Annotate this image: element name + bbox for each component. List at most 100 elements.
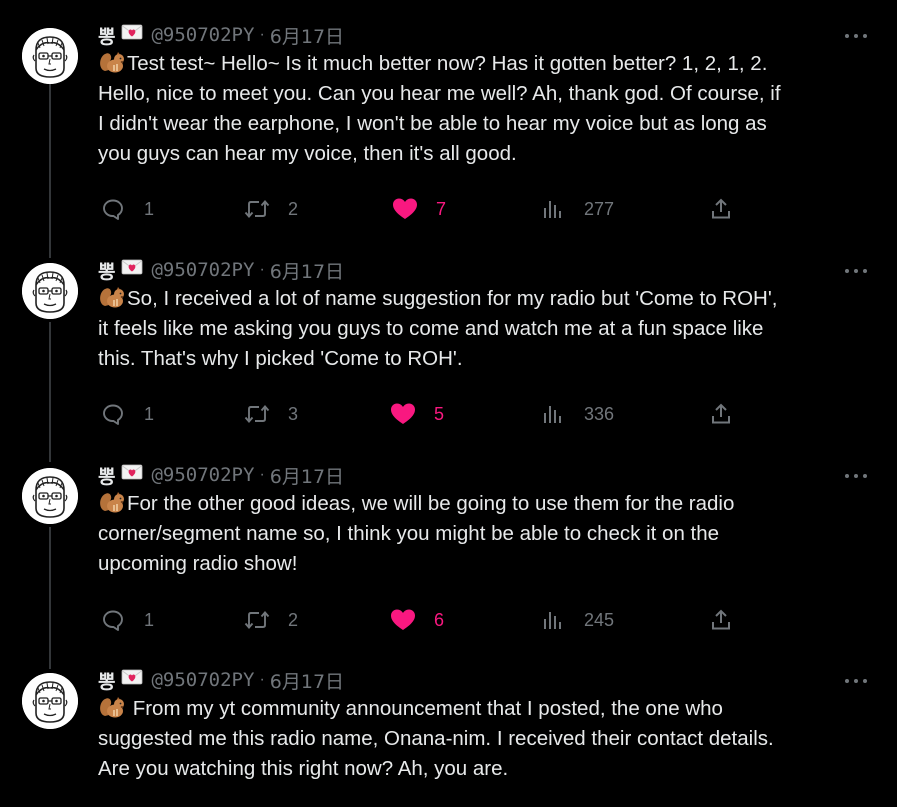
views-button[interactable]: 336 xyxy=(540,399,614,429)
share-button[interactable] xyxy=(708,194,734,224)
separator: · xyxy=(259,261,265,278)
reply-button[interactable]: 1 xyxy=(100,605,154,635)
tweet-date[interactable]: 6月17日 xyxy=(270,257,344,284)
share-icon xyxy=(708,401,734,427)
chipmunk-emoji xyxy=(98,697,127,720)
tweet-text: Test test~ Hello~ Is it much better now?… xyxy=(98,49,878,169)
display-name[interactable]: 뽕 xyxy=(98,22,115,49)
share-button[interactable] xyxy=(708,399,734,429)
retweet-button[interactable]: 2 xyxy=(244,605,298,635)
like-button[interactable]: 7 xyxy=(392,194,446,224)
tweet-line: Are you watching this right now? Ah, you… xyxy=(98,757,509,780)
share-icon xyxy=(708,607,734,633)
chipmunk-emoji xyxy=(98,492,127,515)
chipmunk-emoji xyxy=(98,52,127,75)
tweet-line: this. That's why I picked 'Come to ROH'. xyxy=(98,347,463,370)
avatar[interactable] xyxy=(22,28,78,84)
display-name[interactable]: 뽕 xyxy=(98,462,115,489)
thread-connector xyxy=(49,322,51,462)
avatar[interactable] xyxy=(22,263,78,319)
love-letter-icon xyxy=(121,23,143,47)
tweet-line: Hello, nice to meet you. Can you hear me… xyxy=(98,82,781,105)
tweet-date[interactable]: 6月17日 xyxy=(270,22,344,49)
view-count: 245 xyxy=(584,609,615,630)
display-name[interactable]: 뽕 xyxy=(98,667,115,694)
user-handle[interactable]: @950702PY xyxy=(151,259,254,281)
tweet-date[interactable]: 6月17日 xyxy=(270,462,344,489)
tweet-line: For the other good ideas, we will be goi… xyxy=(127,492,735,515)
views-icon xyxy=(540,401,566,427)
retweet-icon xyxy=(244,401,270,427)
tweet-line: upcoming radio show! xyxy=(98,552,298,575)
chipmunk-emoji xyxy=(98,287,127,310)
share-icon xyxy=(708,196,734,222)
reply-icon xyxy=(100,196,126,222)
heart-icon xyxy=(390,607,416,633)
more-icon[interactable] xyxy=(845,677,867,685)
more-icon[interactable] xyxy=(845,472,867,480)
retweet-count: 2 xyxy=(288,609,299,630)
tweet-line: you guys can hear my voice, then it's al… xyxy=(98,142,517,165)
separator: · xyxy=(259,671,265,688)
display-name[interactable]: 뽕 xyxy=(98,257,115,284)
retweet-button[interactable]: 3 xyxy=(244,399,298,429)
like-count: 6 xyxy=(434,609,445,630)
more-icon[interactable] xyxy=(845,267,867,275)
tweet-line: From my yt community announcement that I… xyxy=(127,697,723,720)
tweet-line: corner/segment name so, I think you migh… xyxy=(98,522,720,545)
tweet-text: From my yt community announcement that I… xyxy=(98,694,878,784)
reply-count: 1 xyxy=(144,403,155,424)
tweet-header: 뽕 @950702PY · 6月17日 xyxy=(98,667,344,693)
like-button[interactable]: 5 xyxy=(390,399,444,429)
tweet-text: For the other good ideas, we will be goi… xyxy=(98,489,878,579)
reply-button[interactable]: 1 xyxy=(100,399,154,429)
retweet-count: 2 xyxy=(288,198,299,219)
avatar[interactable] xyxy=(22,468,78,524)
share-button[interactable] xyxy=(708,605,734,635)
like-count: 7 xyxy=(436,198,447,219)
reply-count: 1 xyxy=(144,609,155,630)
tweet-line: suggested me this radio name, Onana-nim.… xyxy=(98,727,774,750)
tweet-line: So, I received a lot of name suggestion … xyxy=(127,287,778,310)
tweet-header: 뽕 @950702PY · 6月17日 xyxy=(98,257,344,283)
retweet-button[interactable]: 2 xyxy=(244,194,298,224)
view-count: 336 xyxy=(584,403,615,424)
love-letter-icon xyxy=(121,463,143,487)
tweet-line: I didn't wear the earphone, I won't be a… xyxy=(98,112,767,135)
tweet-line: Test test~ Hello~ Is it much better now?… xyxy=(127,52,768,75)
tweet-header: 뽕 @950702PY · 6月17日 xyxy=(98,462,344,488)
thread-connector xyxy=(49,82,51,258)
heart-icon xyxy=(390,401,416,427)
reply-icon xyxy=(100,401,126,427)
avatar[interactable] xyxy=(22,673,78,729)
like-button[interactable]: 6 xyxy=(390,605,444,635)
retweet-count: 3 xyxy=(288,403,299,424)
action-bar: 1 2 6 245 xyxy=(0,605,897,635)
views-button[interactable]: 245 xyxy=(540,605,614,635)
heart-icon xyxy=(392,196,418,222)
views-icon xyxy=(540,607,566,633)
like-count: 5 xyxy=(434,403,445,424)
tweet-date[interactable]: 6月17日 xyxy=(270,667,344,694)
tweet-line: it feels like me asking you guys to come… xyxy=(98,317,764,340)
thread-connector xyxy=(49,527,51,669)
more-icon[interactable] xyxy=(845,32,867,40)
separator: · xyxy=(259,466,265,483)
separator: · xyxy=(259,26,265,43)
retweet-icon xyxy=(244,607,270,633)
reply-count: 1 xyxy=(144,198,155,219)
view-count: 277 xyxy=(584,198,615,219)
tweet-header: 뽕 @950702PY · 6月17日 xyxy=(98,22,344,48)
user-handle[interactable]: @950702PY xyxy=(151,24,254,46)
reply-icon xyxy=(100,607,126,633)
views-button[interactable]: 277 xyxy=(540,194,614,224)
views-icon xyxy=(540,196,566,222)
retweet-icon xyxy=(244,196,270,222)
user-handle[interactable]: @950702PY xyxy=(151,464,254,486)
reply-button[interactable]: 1 xyxy=(100,194,154,224)
love-letter-icon xyxy=(121,668,143,692)
tweet-text: So, I received a lot of name suggestion … xyxy=(98,284,878,374)
user-handle[interactable]: @950702PY xyxy=(151,669,254,691)
action-bar: 1 2 7 277 xyxy=(0,194,897,224)
love-letter-icon xyxy=(121,258,143,282)
